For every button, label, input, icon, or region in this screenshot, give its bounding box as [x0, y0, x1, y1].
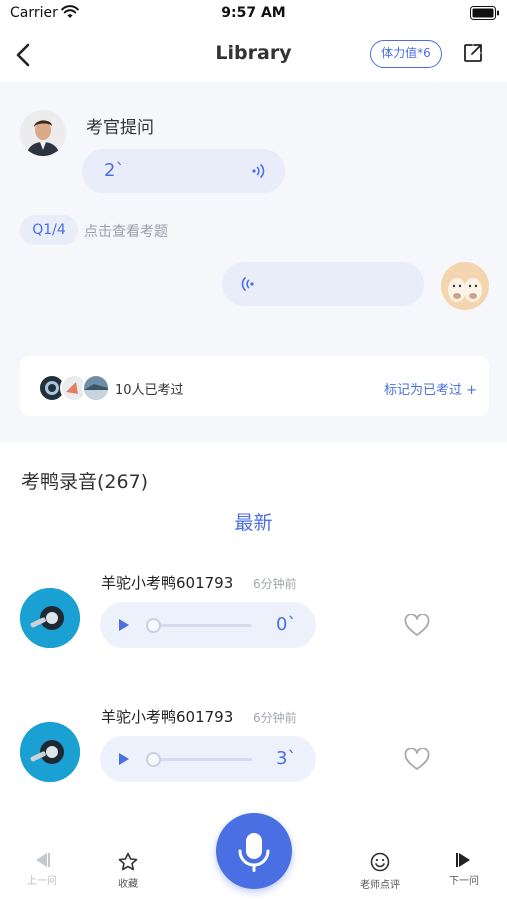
recording-duration: 3` [276, 748, 297, 769]
heart-icon[interactable] [404, 748, 430, 772]
recording-author: 羊驼小考鸭601793 [101, 574, 234, 592]
smile-icon [370, 852, 390, 872]
recording-author: 羊驼小考鸭601793 [101, 708, 234, 726]
progress-track[interactable] [150, 758, 252, 761]
recording-avatar [20, 588, 80, 648]
audio-player: 3` [100, 736, 316, 782]
progress-knob[interactable] [146, 752, 161, 767]
microphone-icon [238, 833, 270, 872]
play-icon[interactable] [118, 752, 130, 766]
previous-question-label: 上一问 [27, 876, 57, 887]
user-avatar [441, 262, 489, 310]
taken-count-label: 10人已考过 [115, 383, 184, 398]
star-icon [118, 852, 138, 871]
participant-avatar [82, 374, 110, 402]
previous-icon [36, 853, 50, 867]
play-icon[interactable] [118, 618, 130, 632]
stamina-badge[interactable]: 体力值*6 [370, 40, 442, 68]
audio-player: 0` [100, 602, 316, 648]
mark-as-taken-link[interactable]: 标记为已考过 + [384, 379, 477, 398]
share-icon[interactable] [463, 43, 483, 63]
question-audio-duration: 2` [104, 160, 125, 181]
heart-icon[interactable] [404, 614, 430, 638]
recording-time: 6分钟前 [253, 577, 297, 591]
taken-card: 10人已考过 标记为已考过 + [20, 356, 489, 416]
battery-icon [470, 6, 499, 20]
examiner-label: 考官提问 [86, 118, 154, 138]
previous-question-button[interactable]: 上一问 [12, 852, 72, 887]
question-audio-bubble[interactable]: 2` [82, 149, 285, 193]
next-question-button[interactable]: 下一问 [434, 852, 494, 887]
sound-wave-icon [252, 164, 265, 178]
sound-wave-icon [241, 277, 254, 291]
answer-audio-bubble[interactable] [222, 262, 424, 306]
recording-item: 羊驼小考鸭601793 6分钟前 3` [0, 706, 507, 796]
examiner-avatar [20, 110, 66, 156]
teacher-review-button[interactable]: 老师点评 [350, 852, 410, 891]
next-question-label: 下一问 [449, 876, 479, 887]
favorite-label: 收藏 [118, 879, 138, 890]
question-index-badge: Q1/4 [20, 215, 78, 245]
tab-latest[interactable]: 最新 [0, 508, 507, 535]
record-button[interactable] [216, 813, 292, 889]
recordings-title: 考鸭录音(267) [21, 471, 149, 493]
recording-duration: 0` [276, 614, 297, 635]
progress-knob[interactable] [146, 618, 161, 633]
status-bar: Carrier 9:57 AM [0, 0, 507, 30]
clock: 9:57 AM [221, 5, 286, 21]
next-icon [456, 853, 470, 867]
recording-time: 6分钟前 [253, 711, 297, 725]
recording-item: 羊驼小考鸭601793 6分钟前 0` [0, 572, 507, 662]
navigation-bar: Library 体力值*6 [0, 30, 507, 82]
favorite-button[interactable]: 收藏 [98, 852, 158, 890]
recording-avatar [20, 722, 80, 782]
teacher-review-label: 老师点评 [360, 880, 400, 891]
progress-track[interactable] [150, 624, 252, 627]
view-question-link[interactable]: 点击查看考题 [84, 221, 168, 241]
